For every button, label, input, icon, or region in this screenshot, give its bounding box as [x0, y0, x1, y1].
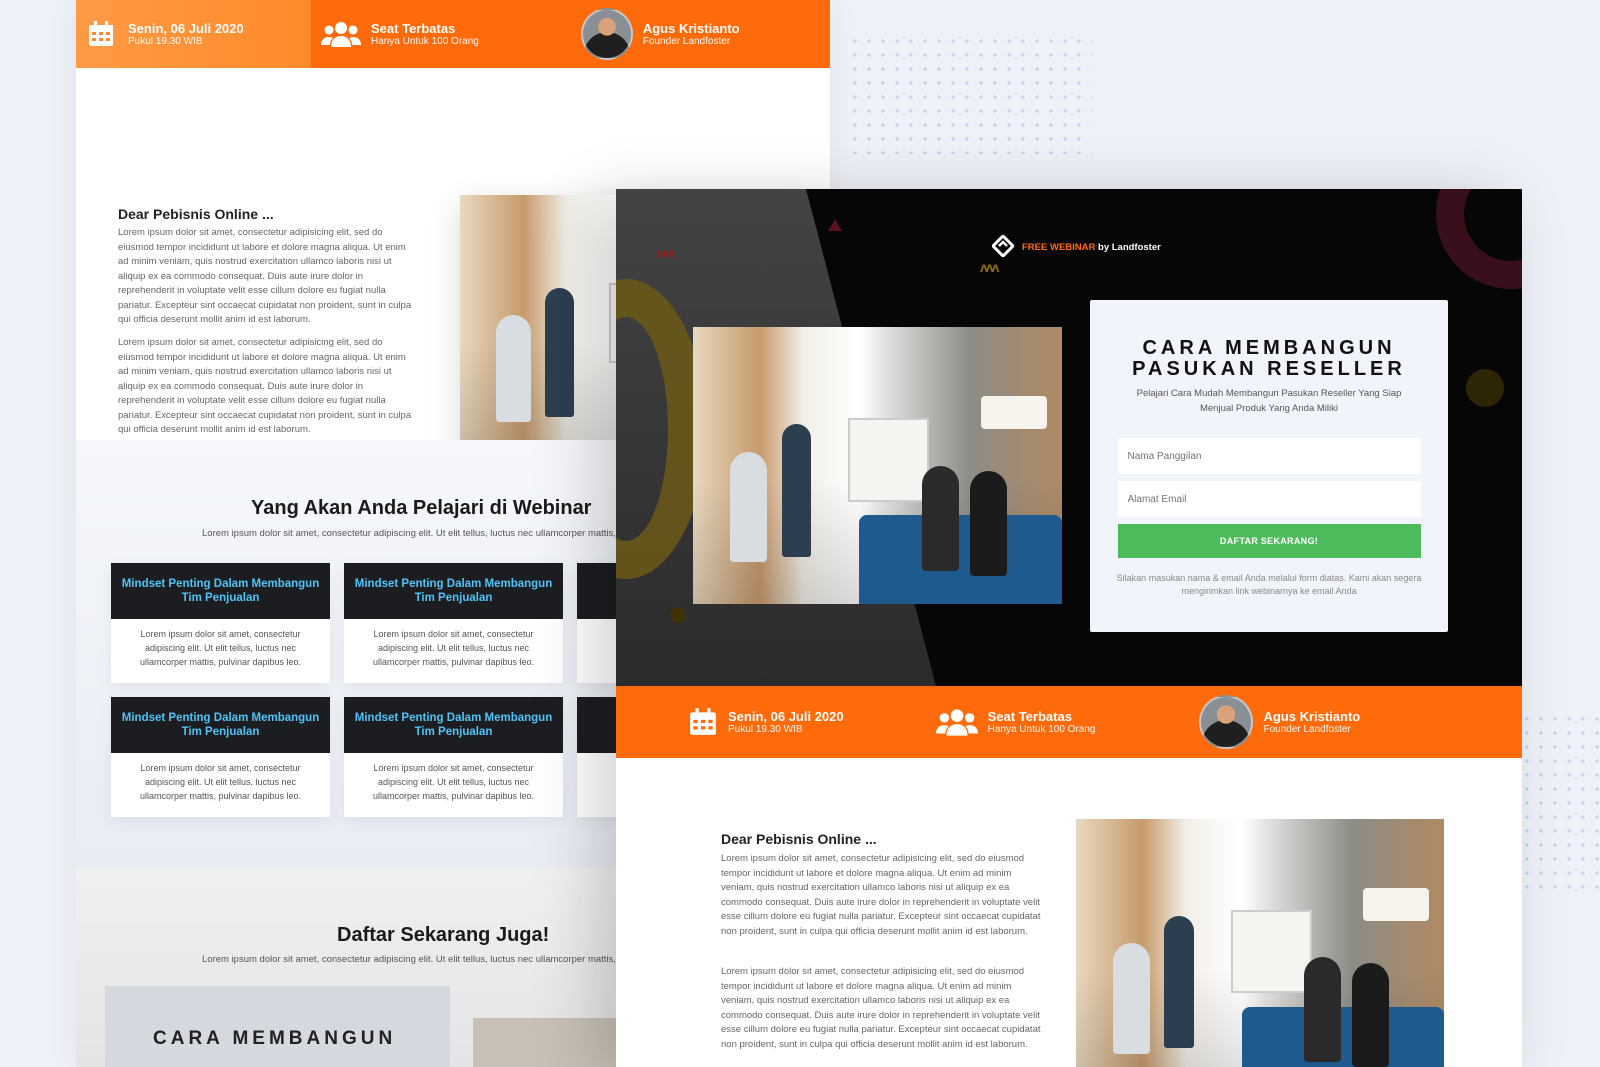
logo-icon [990, 233, 1016, 260]
decorative-shape [1436, 189, 1522, 289]
calendar-icon [86, 19, 116, 49]
event-date: Senin, 06 Juli 2020 Pukul 19.30 WIB [688, 707, 844, 737]
card-body: Lorem ipsum dolor sit amet, consectetur … [139, 629, 302, 667]
speaker-avatar [580, 8, 633, 60]
time-text: Pukul 19.30 WIB [728, 724, 803, 735]
card-title: Mindset Penting Dalam Membangun Tim Penj… [344, 563, 563, 619]
section-subtitle: Lorem ipsum dolor sit amet, consectetur … [202, 528, 616, 539]
users-icon [321, 19, 361, 49]
decorative-shape [670, 607, 686, 623]
seat-title: Seat Terbatas [371, 21, 456, 36]
card-title: Mindset Penting Dalam Membangun Tim Penj… [344, 697, 563, 753]
intro-paragraph: Lorem ipsum dolor sit amet, consectetur … [721, 853, 1041, 937]
email-input[interactable] [1117, 481, 1421, 517]
decorative-shape [828, 219, 842, 231]
card-body: Lorem ipsum dolor sit amet, consectetur … [139, 763, 302, 801]
decorative-shape [1466, 369, 1504, 407]
front-page-preview: ʌʌʌ ʌʌʌ FREE WEBINAR by Landfoster CARA … [616, 189, 1522, 1067]
greeting-heading: Dear Pebisnis Online ... [118, 206, 274, 222]
speaker-name: Agus Kristianto [642, 21, 740, 36]
form-title: CARA MEMBANGUN PASUKAN RESELLER [1132, 337, 1406, 380]
brand-highlight: FREE WEBINAR [1022, 242, 1096, 253]
date-text: Senin, 06 Juli 2020 [128, 21, 244, 36]
speaker-info: Agus Kristianto Founder Landfoster [580, 8, 740, 60]
time-text: Pukul 19.30 WIB [128, 36, 203, 47]
intro-paragraph: Lorem ipsum dolor sit amet, consectetur … [118, 337, 412, 435]
intro-paragraph: Lorem ipsum dolor sit amet, consectetur … [721, 966, 1041, 1050]
brand-rest: by Landfoster [1098, 242, 1161, 253]
speaker-name: Agus Kristianto [1263, 709, 1361, 724]
speaker-role: Founder Landfoster [642, 36, 731, 47]
zigzag-icon: ʌʌʌ [980, 259, 999, 275]
date-text: Senin, 06 Juli 2020 [728, 709, 844, 724]
learn-card: Mindset Penting Dalam Membangun Tim Penj… [111, 697, 330, 817]
speaker-info: Agus Kristianto Founder Landfoster [1199, 695, 1360, 749]
zigzag-icon: ʌʌʌ [656, 245, 675, 261]
seat-info: Seat Terbatas Hanya Untuk 100 Orang [935, 707, 1096, 737]
cta-subtitle: Lorem ipsum dolor sit amet, consectetur … [202, 954, 616, 965]
register-button[interactable]: DAFTAR SEKARANG! [1117, 524, 1421, 558]
hero-section: ʌʌʌ ʌʌʌ FREE WEBINAR by Landfoster CARA … [616, 189, 1522, 686]
learn-card: Mindset Penting Dalam Membangun Tim Penj… [344, 697, 563, 817]
event-info-bar: Senin, 06 Juli 2020 Pukul 19.30 WIB Seat… [76, 0, 830, 68]
speaker-role: Founder Landfoster [1263, 724, 1351, 735]
card-body: Lorem ipsum dolor sit amet, consectetur … [372, 629, 535, 667]
seat-subtitle: Hanya Untuk 100 Orang [987, 724, 1096, 735]
cta-title: Daftar Sekarang Juga! [337, 924, 550, 946]
cta-form-title: CARA MEMBANGUN [153, 1028, 397, 1049]
brand-logo[interactable]: FREE WEBINAR by Landfoster [990, 233, 1161, 260]
section-title: Yang Akan Anda Pelajari di Webinar [251, 497, 592, 519]
learn-card: Mindset Penting Dalam Membangun Tim Penj… [111, 563, 330, 683]
team-meeting-photo [1076, 819, 1444, 1067]
card-title: Mindset Penting Dalam Membangun Tim Penj… [111, 697, 330, 753]
card-body: Lorem ipsum dolor sit amet, consectetur … [372, 763, 535, 801]
name-input[interactable] [1117, 438, 1421, 474]
form-description: Pelajari Cara Mudah Membangun Pasukan Re… [1136, 388, 1402, 414]
seat-info: Seat Terbatas Hanya Untuk 100 Orang [321, 19, 479, 49]
event-info-bar: Senin, 06 Juli 2020 Pukul 19.30 WIB Seat… [616, 686, 1522, 758]
learn-card: Mindset Penting Dalam Membangun Tim Penj… [344, 563, 563, 683]
team-meeting-photo [693, 327, 1062, 604]
cta-form-preview: CARA MEMBANGUN [105, 986, 450, 1067]
users-icon [935, 707, 978, 737]
card-title: Mindset Penting Dalam Membangun Tim Penj… [111, 563, 330, 619]
event-date: Senin, 06 Juli 2020 Pukul 19.30 WIB [76, 0, 311, 68]
decorative-dot-grid [1520, 712, 1600, 892]
seat-subtitle: Hanya Untuk 100 Orang [371, 36, 479, 47]
form-note: Silakan masukan nama & email Anda melalu… [1116, 573, 1422, 596]
speaker-avatar [1199, 695, 1254, 749]
registration-form: CARA MEMBANGUN PASUKAN RESELLER Pelajari… [1090, 300, 1448, 632]
greeting-heading: Dear Pebisnis Online ... [721, 831, 877, 847]
intro-paragraph: Lorem ipsum dolor sit amet, consectetur … [118, 227, 412, 325]
intro-section: Dear Pebisnis Online ... Lorem ipsum dol… [616, 758, 1522, 1067]
calendar-icon [688, 707, 718, 737]
decorative-dot-grid [848, 34, 1092, 154]
seat-title: Seat Terbatas [987, 709, 1072, 724]
